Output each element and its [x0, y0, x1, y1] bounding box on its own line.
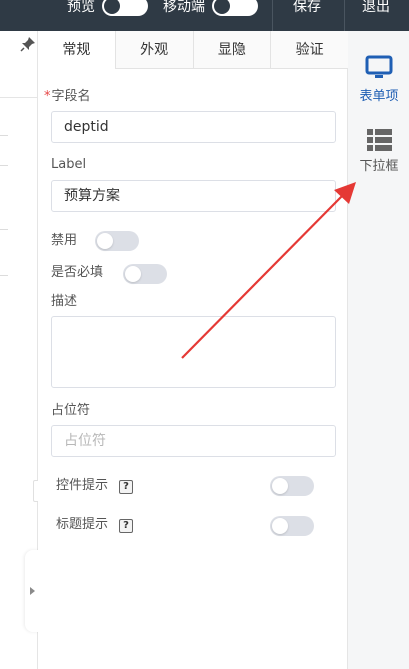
monitor-icon — [365, 55, 393, 78]
exit-button[interactable]: 退出 — [362, 0, 390, 14]
sidebar-item-label: 表单项 — [359, 89, 399, 104]
required-label: 是否必填 — [51, 265, 104, 280]
required-switch[interactable] — [123, 264, 167, 284]
preview-toggle[interactable] — [102, 0, 148, 16]
label-field-label: Label — [51, 157, 87, 172]
title-tip-switch[interactable] — [270, 516, 314, 536]
properties-panel: 常规 外观 显隐 验证 *字段名 deptid Label 预算方案 禁用 是否… — [38, 31, 348, 669]
preview-label: 预览 — [67, 0, 95, 15]
pin-icon[interactable] — [20, 36, 36, 52]
toolbar-divider — [344, 0, 345, 31]
mobile-label: 移动端 — [163, 0, 205, 15]
required-asterisk: * — [44, 89, 51, 104]
disabled-label: 禁用 — [51, 233, 78, 248]
tab-validation[interactable]: 验证 — [271, 31, 348, 68]
label-input[interactable]: 预算方案 — [51, 180, 336, 212]
field-name-input[interactable]: deptid — [51, 111, 336, 143]
control-tip-label: 控件提示 — [56, 478, 109, 493]
disabled-switch[interactable] — [95, 231, 139, 251]
sidebar-item-dropdown[interactable]: 下拉框 — [349, 129, 409, 179]
help-icon[interactable]: ? — [119, 519, 133, 533]
placeholder-input[interactable]: 占位符 — [51, 425, 336, 457]
sidebar-item-form-item[interactable]: 表单项 — [349, 55, 409, 111]
tab-bar: 常规 外观 显隐 验证 — [38, 31, 348, 69]
divider — [0, 165, 8, 166]
description-textarea[interactable] — [51, 316, 336, 388]
right-sidebar: 表单项 下拉框 — [349, 31, 409, 669]
description-label: 描述 — [51, 294, 78, 309]
divider — [0, 229, 8, 230]
top-toolbar: 预览 移动端 保存 退出 — [0, 0, 409, 31]
placeholder-label: 占位符 — [51, 403, 91, 418]
divider — [0, 275, 8, 276]
sidebar-item-label: 下拉框 — [359, 159, 399, 174]
toolbar-divider — [272, 0, 273, 31]
tab-general[interactable]: 常规 — [38, 31, 116, 69]
save-button[interactable]: 保存 — [293, 0, 321, 14]
divider — [0, 135, 8, 136]
mobile-toggle[interactable] — [212, 0, 258, 16]
collapse-panel-button[interactable] — [25, 550, 39, 632]
tab-appearance[interactable]: 外观 — [115, 31, 194, 68]
divider — [0, 97, 38, 98]
control-tip-switch[interactable] — [270, 476, 314, 496]
field-name-label: *字段名 — [44, 89, 91, 104]
help-icon[interactable]: ? — [119, 480, 133, 494]
list-grid-icon — [367, 129, 392, 151]
tab-visibility[interactable]: 显隐 — [193, 31, 272, 68]
title-tip-label: 标题提示 — [56, 517, 109, 532]
